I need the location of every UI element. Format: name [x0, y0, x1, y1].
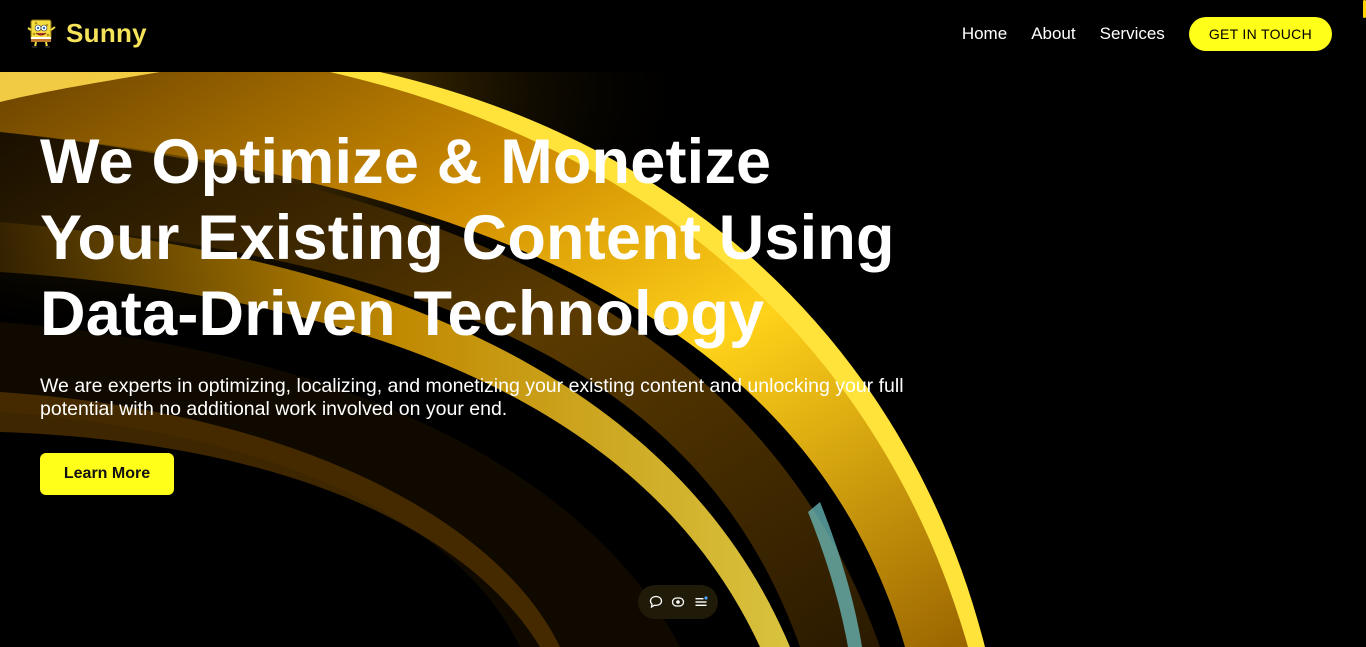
floating-toolbar	[638, 585, 718, 619]
hero-title-line-1: We Optimize & Monetize	[40, 127, 772, 197]
hero-content: We Optimize & Monetize Your Existing Con…	[40, 124, 980, 495]
brand-name: Sunny	[66, 17, 147, 48]
hero-title: We Optimize & Monetize Your Existing Con…	[40, 124, 980, 352]
hero-section: We Optimize & Monetize Your Existing Con…	[0, 72, 1366, 647]
main-nav: Home About Services GET IN TOUCH	[962, 17, 1332, 51]
hero-title-line-3: Data-Driven Technology	[40, 279, 765, 349]
nav-link-services[interactable]: Services	[1100, 24, 1165, 44]
sponge-logo-icon	[27, 19, 56, 48]
nav-link-home[interactable]: Home	[962, 24, 1007, 44]
learn-more-button[interactable]: Learn More	[40, 453, 174, 495]
page: Sunny Home About Services GET IN TOUCH W…	[0, 0, 1366, 647]
get-in-touch-button[interactable]: GET IN TOUCH	[1188, 17, 1332, 51]
menu-list-icon[interactable]	[692, 593, 710, 611]
hero-subtitle: We are experts in optimizing, localizing…	[40, 375, 904, 420]
chat-bubble-icon[interactable]	[647, 593, 665, 611]
eye-icon[interactable]	[669, 593, 687, 611]
nav-link-about[interactable]: About	[1031, 24, 1075, 44]
brand-link[interactable]: Sunny	[24, 16, 147, 50]
hero-title-line-2: Your Existing Content Using	[40, 203, 895, 273]
top-navbar: Sunny Home About Services GET IN TOUCH	[0, 0, 1366, 72]
